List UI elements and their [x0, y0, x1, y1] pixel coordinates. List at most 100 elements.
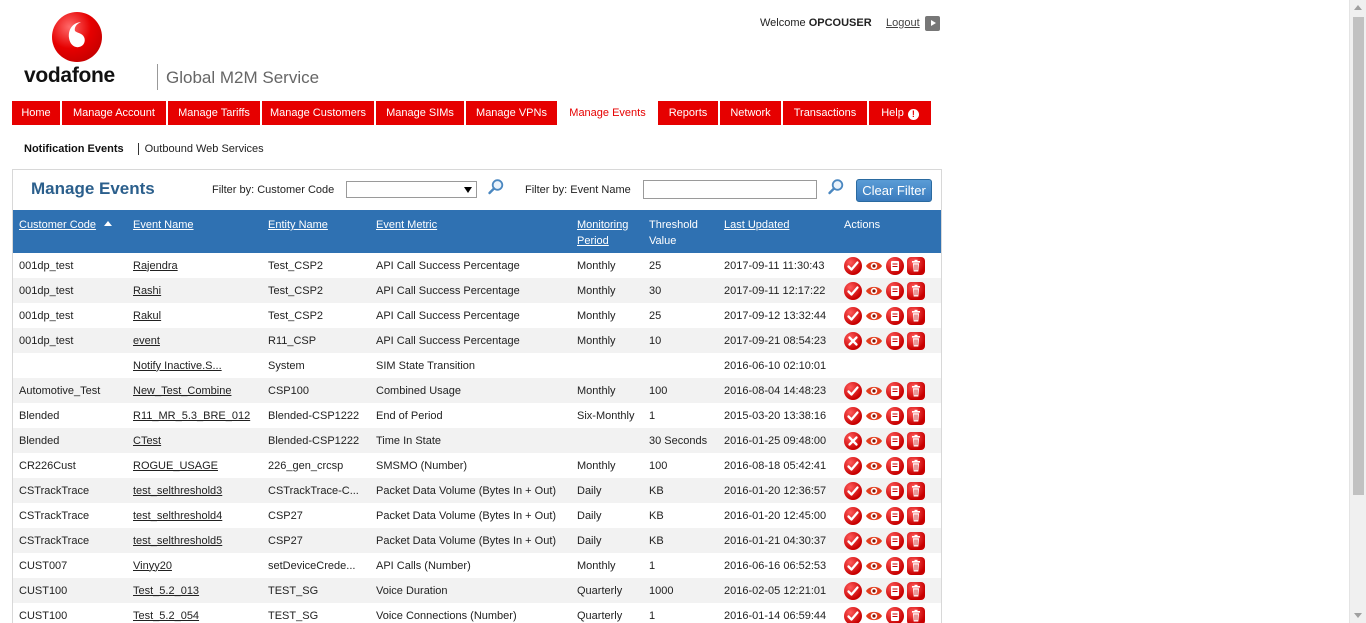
delete-trash-icon[interactable] — [907, 331, 925, 350]
event-name-link[interactable]: test_selthreshold4 — [133, 510, 222, 522]
delete-trash-icon[interactable] — [907, 506, 925, 525]
event-name-link[interactable]: Test_5.2_013 — [133, 585, 199, 597]
view-eye-icon[interactable] — [865, 382, 883, 400]
event-name-link[interactable]: Notify Inactive.S... — [133, 360, 222, 372]
edit-document-icon[interactable] — [886, 481, 904, 500]
view-eye-icon[interactable] — [865, 407, 883, 425]
delete-trash-icon[interactable] — [907, 281, 925, 300]
clear-filter-button[interactable]: Clear Filter — [856, 179, 932, 202]
edit-document-icon[interactable] — [886, 381, 904, 400]
edit-document-icon[interactable] — [886, 506, 904, 525]
edit-document-icon[interactable] — [886, 281, 904, 300]
nav-item-manage-account[interactable]: Manage Account — [62, 101, 168, 125]
event-name-link[interactable]: Rajendra — [133, 260, 178, 272]
view-eye-icon[interactable] — [865, 582, 883, 600]
col-entity-name[interactable]: Entity Name — [262, 210, 370, 253]
col-label[interactable]: Last Updated — [724, 219, 789, 231]
nav-item-network[interactable]: Network — [720, 101, 783, 125]
event-name-input[interactable] — [643, 180, 817, 199]
nav-item-manage-customers[interactable]: Manage Customers — [262, 101, 376, 125]
event-name-link[interactable]: event — [133, 335, 160, 347]
event-name-link[interactable]: Test_5.2_054 — [133, 610, 199, 622]
cell-event-name[interactable]: event — [127, 328, 262, 353]
edit-document-icon[interactable] — [886, 331, 904, 350]
deactivated-x-icon[interactable] — [844, 431, 862, 450]
cell-event-name[interactable]: Vinyy20 — [127, 553, 262, 578]
event-name-link[interactable]: ROGUE_USAGE — [133, 460, 218, 472]
activate-check-icon[interactable] — [844, 256, 862, 275]
delete-trash-icon[interactable] — [907, 256, 925, 275]
edit-document-icon[interactable] — [886, 606, 904, 623]
customer-code-select[interactable] — [346, 181, 477, 198]
delete-trash-icon[interactable] — [907, 481, 925, 500]
cell-event-name[interactable]: Notify Inactive.S... — [127, 353, 262, 378]
edit-document-icon[interactable] — [886, 556, 904, 575]
event-name-link[interactable]: R11_MR_5.3_BRE_012 — [133, 410, 250, 422]
cell-event-name[interactable]: test_selthreshold3 — [127, 478, 262, 503]
activate-check-icon[interactable] — [844, 456, 862, 475]
edit-document-icon[interactable] — [886, 456, 904, 475]
nav-item-reports[interactable]: Reports — [658, 101, 720, 125]
nav-item-manage-tariffs[interactable]: Manage Tariffs — [168, 101, 262, 125]
event-name-link[interactable]: test_selthreshold5 — [133, 535, 222, 547]
scrollbar-thumb[interactable] — [1353, 17, 1364, 495]
view-eye-icon[interactable] — [865, 607, 883, 623]
edit-document-icon[interactable] — [886, 431, 904, 450]
view-eye-icon[interactable] — [865, 257, 883, 275]
logout-arrow-icon[interactable] — [925, 16, 940, 31]
activate-check-icon[interactable] — [844, 481, 862, 500]
event-name-link[interactable]: CTest — [133, 435, 161, 447]
edit-document-icon[interactable] — [886, 581, 904, 600]
activate-check-icon[interactable] — [844, 606, 862, 623]
delete-trash-icon[interactable] — [907, 306, 925, 325]
activate-check-icon[interactable] — [844, 531, 862, 550]
activate-check-icon[interactable] — [844, 406, 862, 425]
activate-check-icon[interactable] — [844, 306, 862, 325]
nav-item-manage-events[interactable]: Manage Events — [559, 101, 658, 125]
logout-link[interactable]: Logout — [886, 17, 920, 29]
cell-event-name[interactable]: Rajendra — [127, 253, 262, 278]
delete-trash-icon[interactable] — [907, 531, 925, 550]
nav-item-manage-sims[interactable]: Manage SIMs — [376, 101, 466, 125]
edit-document-icon[interactable] — [886, 406, 904, 425]
view-eye-icon[interactable] — [865, 282, 883, 300]
tab-outbound-web-services[interactable]: Outbound Web Services — [145, 143, 264, 155]
cell-event-name[interactable]: Rakul — [127, 303, 262, 328]
delete-trash-icon[interactable] — [907, 431, 925, 450]
activate-check-icon[interactable] — [844, 381, 862, 400]
view-eye-icon[interactable] — [865, 432, 883, 450]
delete-trash-icon[interactable] — [907, 556, 925, 575]
delete-trash-icon[interactable] — [907, 606, 925, 623]
edit-document-icon[interactable] — [886, 531, 904, 550]
activate-check-icon[interactable] — [844, 581, 862, 600]
col-event-name[interactable]: Event Name — [127, 210, 262, 253]
delete-trash-icon[interactable] — [907, 406, 925, 425]
search-customer-icon[interactable] — [487, 178, 505, 196]
scroll-up-arrow-icon[interactable] — [1354, 5, 1362, 10]
event-name-link[interactable]: Rashi — [133, 285, 161, 297]
delete-trash-icon[interactable] — [907, 456, 925, 475]
view-eye-icon[interactable] — [865, 482, 883, 500]
tab-notification-events[interactable]: Notification Events — [24, 143, 124, 155]
event-name-link[interactable]: Rakul — [133, 310, 161, 322]
view-eye-icon[interactable] — [865, 532, 883, 550]
col-label[interactable]: Event Name — [133, 219, 194, 231]
event-name-link[interactable]: Vinyy20 — [133, 560, 172, 572]
cell-event-name[interactable]: CTest — [127, 428, 262, 453]
col-monitoring-period[interactable]: Monitoring Period — [571, 210, 643, 253]
activate-check-icon[interactable] — [844, 556, 862, 575]
view-eye-icon[interactable] — [865, 457, 883, 475]
cell-event-name[interactable]: test_selthreshold5 — [127, 528, 262, 553]
cell-event-name[interactable]: Test_5.2_054 — [127, 603, 262, 623]
deactivated-x-icon[interactable] — [844, 331, 862, 350]
col-customer-code[interactable]: Customer Code — [13, 210, 127, 253]
col-label[interactable]: Event Metric — [376, 219, 437, 231]
cell-event-name[interactable]: ROGUE_USAGE — [127, 453, 262, 478]
edit-document-icon[interactable] — [886, 256, 904, 275]
col-last-updated[interactable]: Last Updated — [718, 210, 838, 253]
cell-event-name[interactable]: New_Test_Combine — [127, 378, 262, 403]
edit-document-icon[interactable] — [886, 306, 904, 325]
cell-event-name[interactable]: Test_5.2_013 — [127, 578, 262, 603]
view-eye-icon[interactable] — [865, 557, 883, 575]
event-name-link[interactable]: New_Test_Combine — [133, 385, 231, 397]
